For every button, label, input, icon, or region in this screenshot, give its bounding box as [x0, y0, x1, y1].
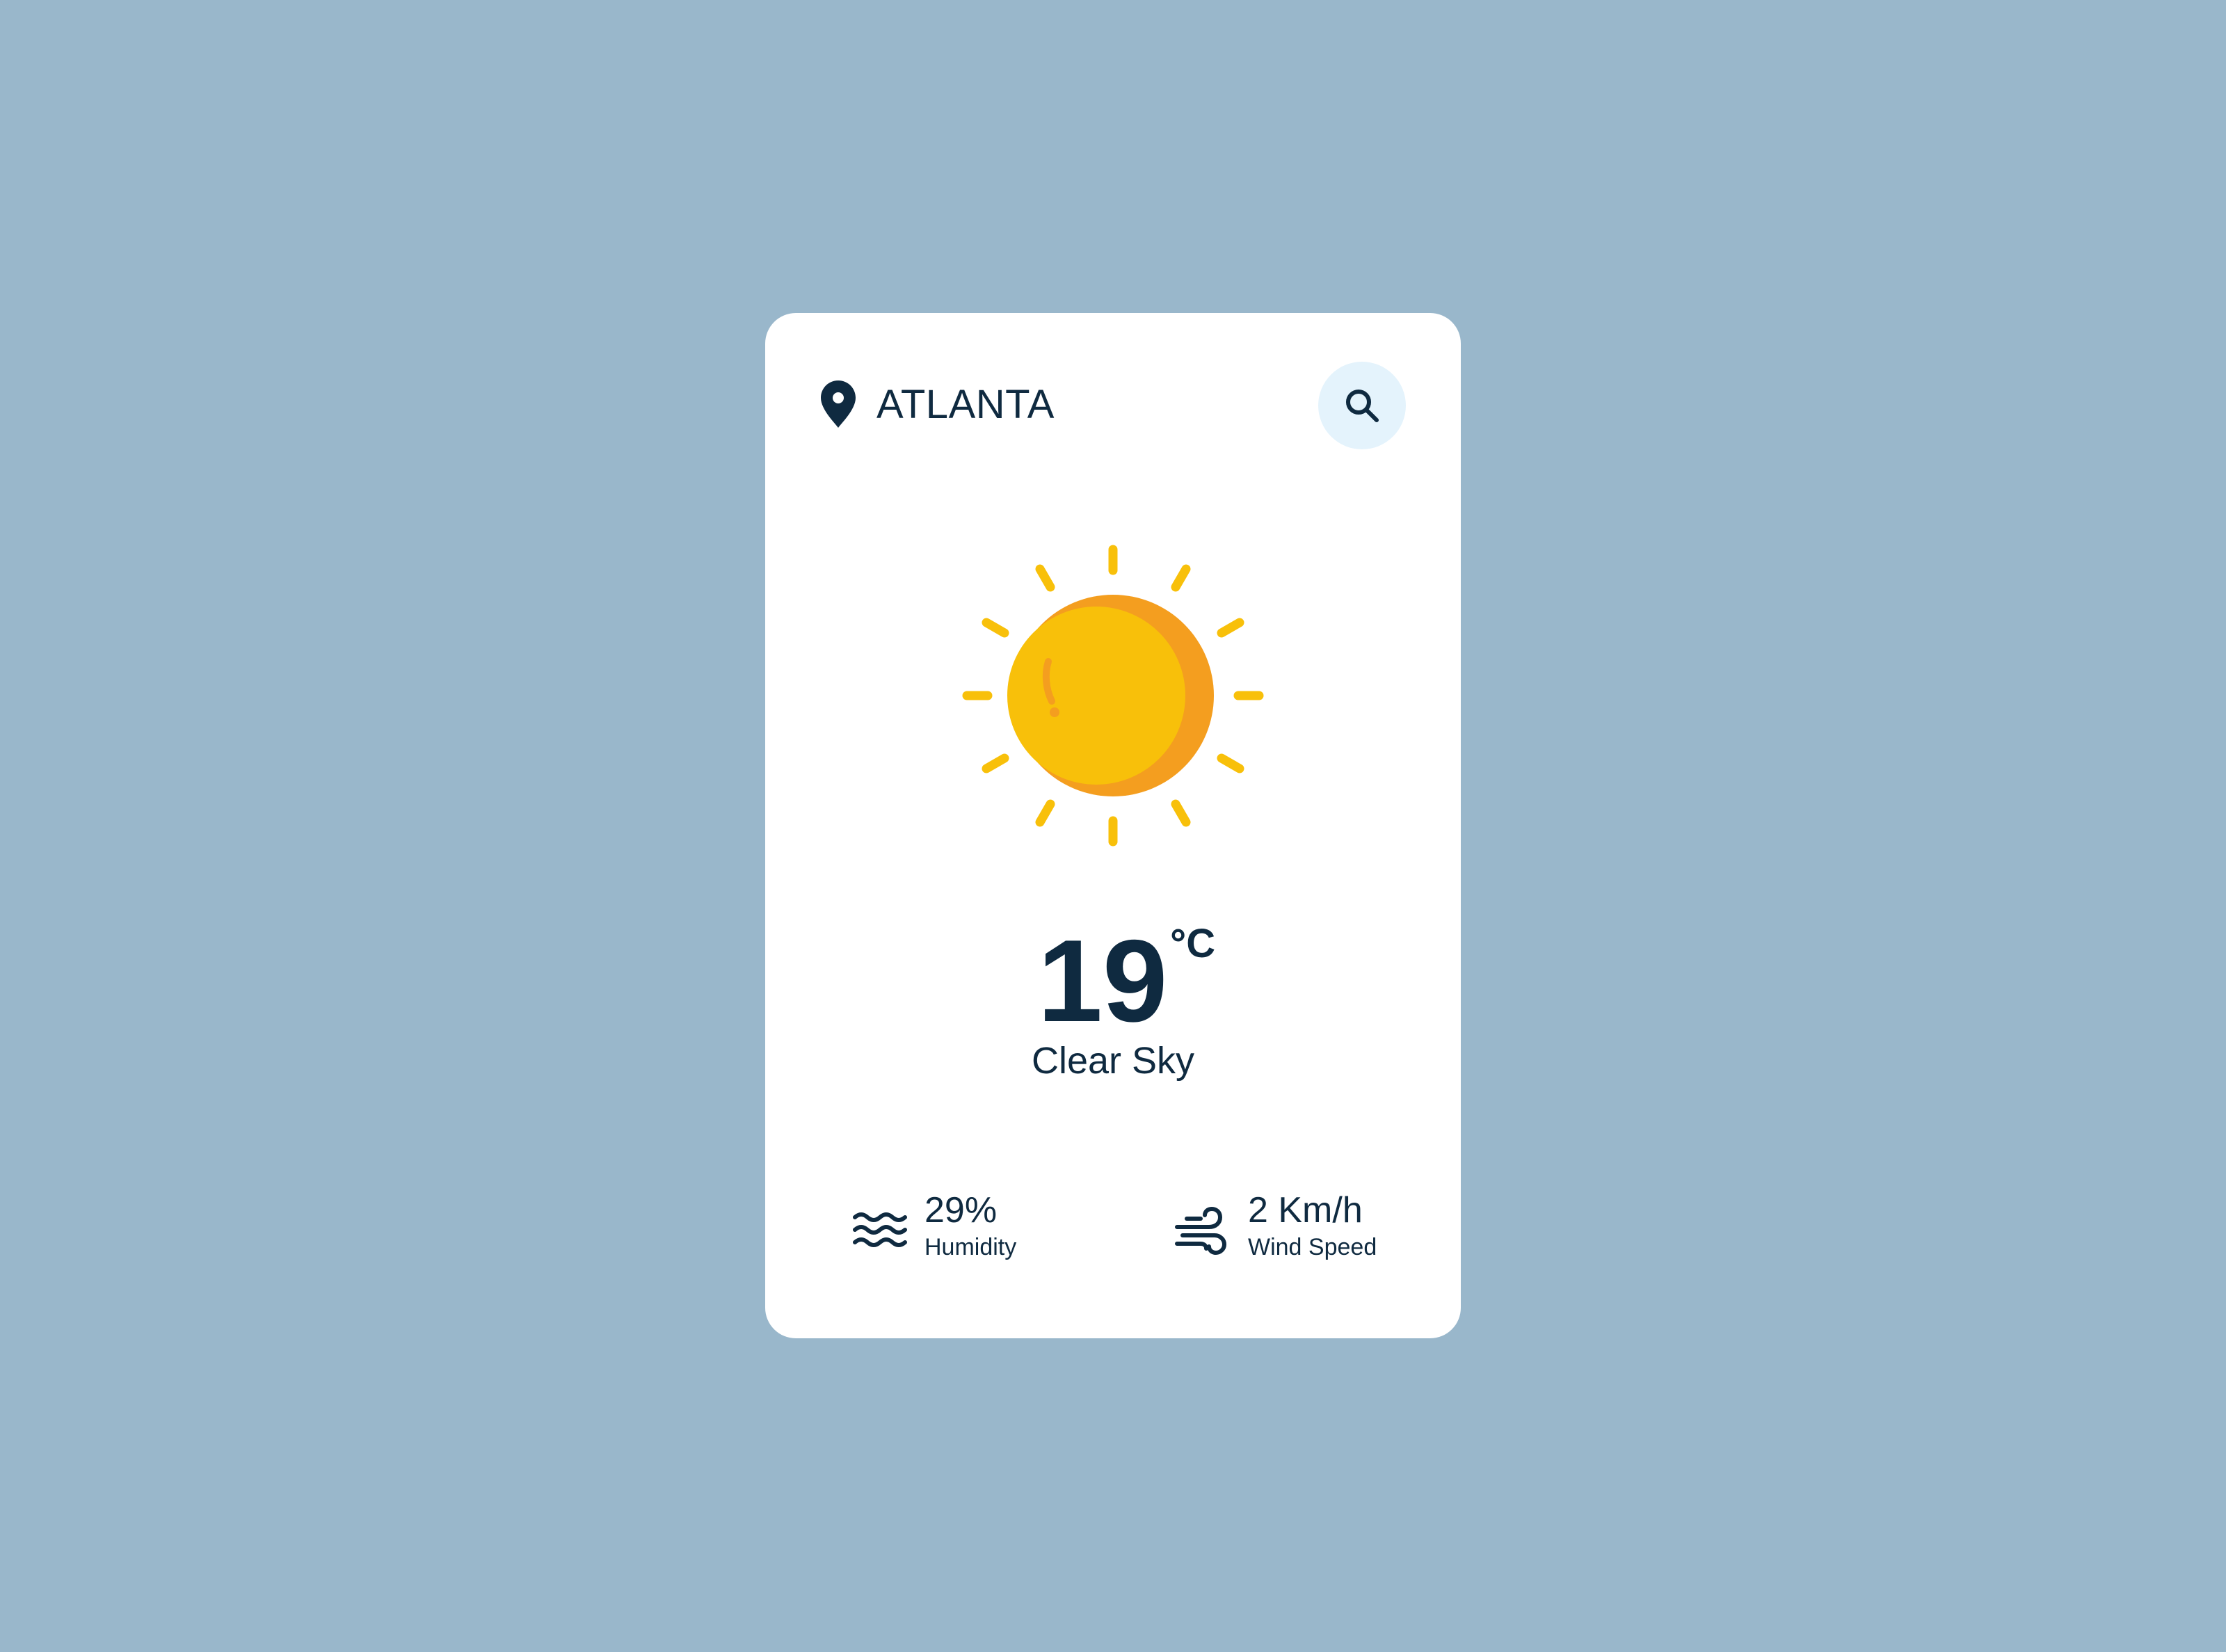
humidity-label: Humidity: [924, 1234, 1017, 1260]
sun-icon: [962, 545, 1264, 847]
weather-condition: Clear Sky: [1031, 1040, 1195, 1082]
humidity-waves-icon: [853, 1212, 907, 1247]
wind-speed-value: 2 Km/h: [1248, 1190, 1363, 1230]
temperature-unit: °C: [1170, 921, 1216, 966]
humidity-value: 29%: [924, 1190, 998, 1230]
wind-speed-label: Wind Speed: [1248, 1234, 1377, 1260]
wind-icon: [1175, 1206, 1227, 1256]
city-name: ATLANTA: [876, 382, 1055, 427]
search-button[interactable]: [1318, 362, 1406, 449]
search-icon: [1346, 390, 1379, 422]
location-pin-icon: [821, 380, 856, 428]
weather-card: ATLANTA 19 °C Clear Sky 29% Humidity 2 K…: [765, 313, 1461, 1338]
temperature-value: 19: [1037, 915, 1168, 1046]
